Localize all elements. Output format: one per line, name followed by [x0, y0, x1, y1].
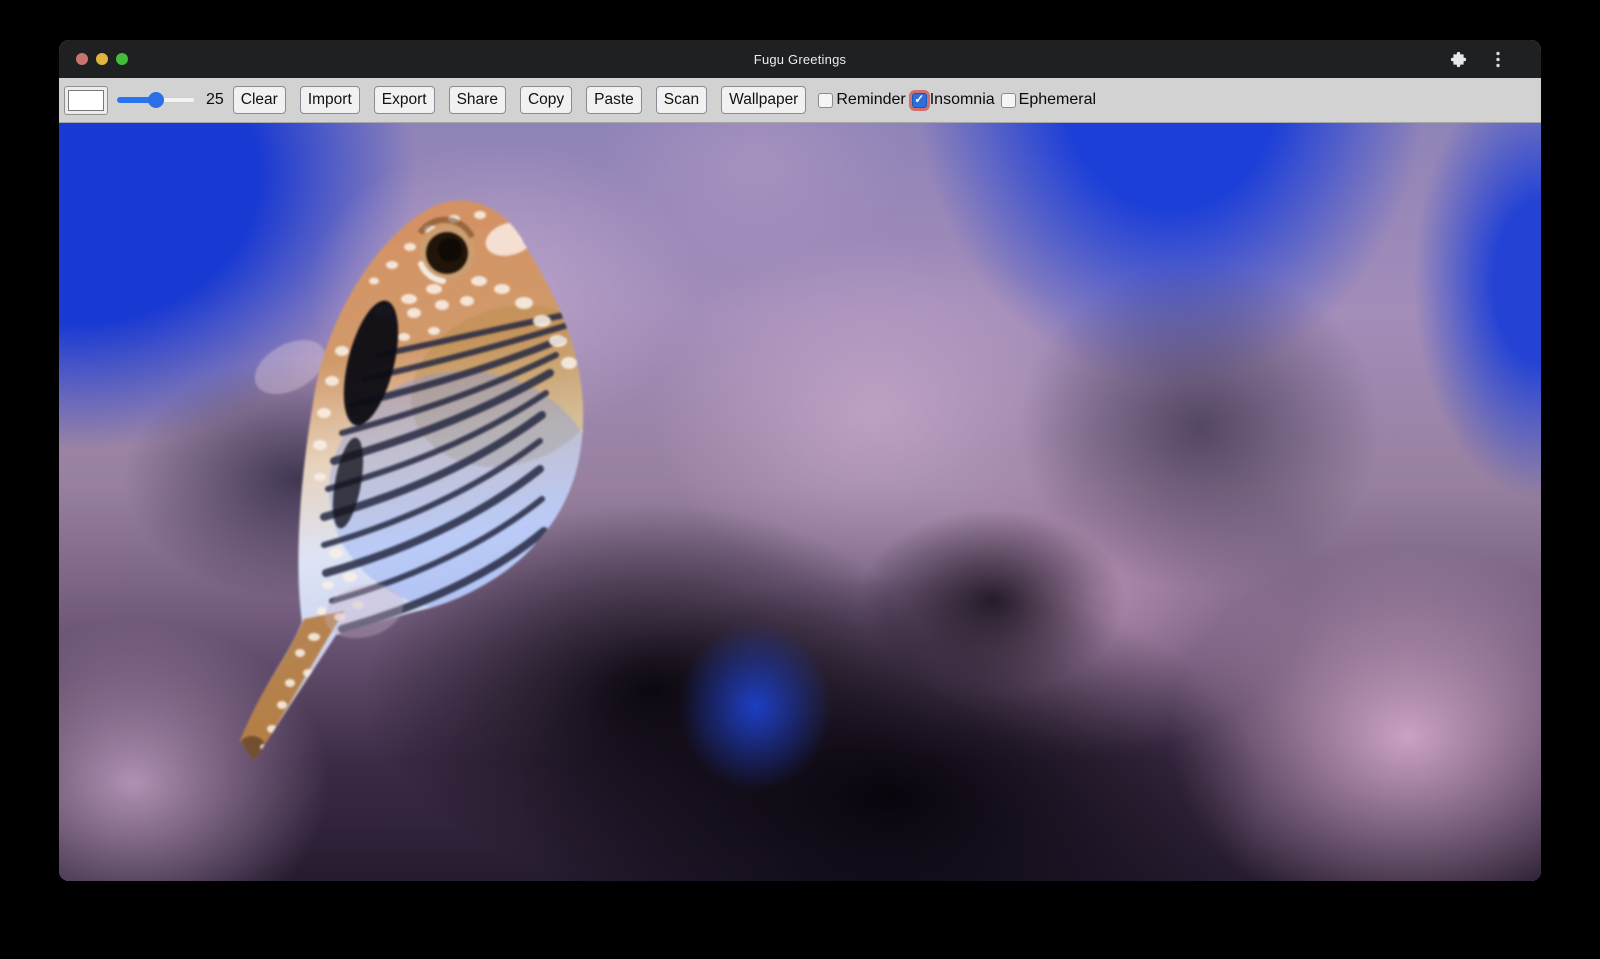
window-title: Fugu Greetings — [59, 52, 1541, 67]
wallpaper-button[interactable]: Wallpaper — [721, 86, 806, 114]
color-picker[interactable] — [64, 86, 108, 115]
reminder-checkbox-label: Reminder — [836, 91, 905, 109]
zoom-button[interactable] — [116, 53, 128, 65]
titlebar: Fugu Greetings — [59, 40, 1541, 78]
puzzle-icon — [1450, 51, 1467, 68]
insomnia-checkbox-box[interactable] — [912, 93, 927, 108]
ephemeral-checkbox-label: Ephemeral — [1019, 91, 1096, 109]
titlebar-actions — [1450, 40, 1500, 78]
minimize-button[interactable] — [96, 53, 108, 65]
paste-button[interactable]: Paste — [586, 86, 642, 114]
reminder-checkbox-box[interactable] — [818, 93, 833, 108]
extensions-icon[interactable] — [1450, 51, 1467, 68]
app-window: Fugu Greetings — [59, 40, 1541, 881]
import-button[interactable]: Import — [300, 86, 360, 114]
toolbar: 25 Clear Import Export Share Copy Paste … — [59, 78, 1541, 123]
color-picker-swatch — [68, 90, 104, 111]
insomnia-checkbox-label: Insomnia — [930, 91, 995, 109]
pufferfish-image — [224, 181, 616, 781]
traffic-lights — [59, 53, 128, 65]
copy-button[interactable]: Copy — [520, 86, 572, 114]
slider-thumb[interactable] — [148, 92, 164, 108]
checkbox-reminder[interactable]: Reminder — [818, 91, 905, 109]
desktop-background: Fugu Greetings — [0, 0, 1600, 959]
close-button[interactable] — [76, 53, 88, 65]
share-button[interactable]: Share — [449, 86, 506, 114]
scan-button[interactable]: Scan — [656, 86, 707, 114]
clear-button[interactable]: Clear — [233, 86, 286, 114]
checkbox-insomnia[interactable]: Insomnia — [912, 91, 995, 109]
ephemeral-checkbox-box[interactable] — [1001, 93, 1016, 108]
kebab-dots-icon — [1496, 51, 1500, 68]
brush-size-slider[interactable] — [117, 92, 195, 108]
slider-value: 25 — [206, 91, 224, 109]
overflow-menu-icon[interactable] — [1496, 51, 1500, 68]
drawing-canvas[interactable] — [59, 123, 1541, 881]
export-button[interactable]: Export — [374, 86, 435, 114]
checkbox-ephemeral[interactable]: Ephemeral — [1001, 91, 1096, 109]
